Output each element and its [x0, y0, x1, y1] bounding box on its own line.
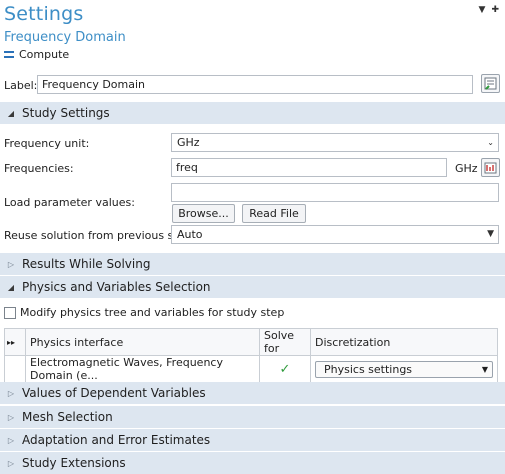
column-header: Discretization — [310, 328, 498, 356]
chevron-down-icon: ⌄ — [487, 138, 494, 147]
table-row[interactable]: Electromagnetic Waves, Frequency Domain … — [4, 355, 498, 383]
load-parameter-label: Load parameter values: — [4, 196, 135, 209]
chevron-down-icon: ◢ — [7, 282, 15, 292]
range-button[interactable] — [481, 158, 500, 177]
load-parameter-input[interactable] — [171, 183, 499, 202]
section-physics-and-variables[interactable]: ◢ Physics and Variables Selection — [0, 276, 505, 298]
chevron-right-icon: ▷ — [7, 435, 15, 445]
discretization-value: Physics settings — [324, 362, 413, 376]
browse-button[interactable]: Browse... — [172, 204, 235, 223]
discretization-select[interactable]: Physics settings ▼ — [315, 360, 493, 378]
modify-physics-checkbox[interactable] — [4, 307, 16, 319]
checkmark-icon[interactable]: ✓ — [264, 362, 306, 377]
frequency-unit-value: GHz — [177, 136, 200, 149]
section-title: Values of Dependent Variables — [22, 386, 206, 400]
frequencies-unit: GHz — [455, 162, 478, 175]
chevron-right-icon: ▷ — [7, 458, 15, 468]
section-mesh-selection[interactable]: ▷ Mesh Selection — [0, 406, 505, 428]
edit-label-button[interactable] — [481, 74, 500, 93]
column-header: Solve for — [259, 328, 311, 356]
chevron-right-icon: ▷ — [7, 259, 15, 269]
section-title: Mesh Selection — [22, 410, 113, 424]
table-header-row: ▸▸ Physics interface Solve for Discretiz… — [4, 328, 498, 356]
read-file-button[interactable]: Read File — [242, 204, 306, 223]
chevron-right-icon: ▷ — [7, 388, 15, 398]
column-header: Physics interface — [25, 328, 260, 356]
chevron-right-icon: ▷ — [7, 412, 15, 422]
physics-table: ▸▸ Physics interface Solve for Discretiz… — [4, 328, 498, 383]
chevron-down-icon: ▼ — [487, 229, 494, 239]
chevron-down-icon[interactable]: ▼ — [479, 5, 486, 15]
reuse-solution-value: Auto — [177, 228, 203, 241]
window-controls: ▼ ✚ — [479, 5, 499, 15]
compute-icon — [4, 51, 14, 58]
frequencies-input[interactable]: freq — [171, 158, 447, 177]
chevron-down-icon: ▼ — [481, 364, 488, 374]
section-values-dependent-variables[interactable]: ▷ Values of Dependent Variables — [0, 382, 505, 404]
section-title: Physics and Variables Selection — [22, 280, 211, 294]
section-title: Study Settings — [22, 106, 110, 120]
range-icon — [484, 162, 497, 174]
label-input[interactable]: Frequency Domain — [37, 75, 473, 94]
section-title: Adaptation and Error Estimates — [22, 433, 211, 447]
section-study-extensions[interactable]: ▷ Study Extensions — [0, 452, 505, 474]
label-caption: Label: — [4, 79, 38, 92]
section-title: Study Extensions — [22, 456, 126, 470]
frequency-unit-select[interactable]: GHz ⌄ — [171, 133, 499, 152]
pin-icon[interactable]: ✚ — [491, 5, 499, 15]
modify-physics-label: Modify physics tree and variables for st… — [20, 306, 285, 319]
edit-label-icon — [484, 77, 497, 90]
section-study-settings[interactable]: ◢ Study Settings — [0, 102, 505, 124]
panel-title: Settings — [4, 3, 84, 25]
section-adaptation[interactable]: ▷ Adaptation and Error Estimates — [0, 429, 505, 451]
frequency-unit-label: Frequency unit: — [4, 137, 90, 150]
compute-button[interactable]: Compute — [4, 48, 69, 61]
chevron-down-icon: ◢ — [7, 108, 15, 118]
section-title: Results While Solving — [22, 257, 151, 271]
panel-subtitle: Frequency Domain — [4, 30, 126, 45]
frequencies-label: Frequencies: — [4, 162, 74, 175]
physics-interface-cell[interactable]: Electromagnetic Waves, Frequency Domain … — [25, 355, 260, 383]
compute-label: Compute — [19, 48, 70, 61]
expand-all-icon[interactable]: ▸▸ — [4, 328, 26, 356]
solve-for-cell[interactable]: ✓ — [259, 355, 311, 383]
reuse-solution-label: Reuse solution from previous step: — [4, 229, 196, 242]
section-results-while-solving[interactable]: ▷ Results While Solving — [0, 253, 505, 275]
reuse-solution-select[interactable]: Auto ▼ — [171, 225, 499, 244]
discretization-cell[interactable]: Physics settings ▼ — [310, 355, 498, 383]
